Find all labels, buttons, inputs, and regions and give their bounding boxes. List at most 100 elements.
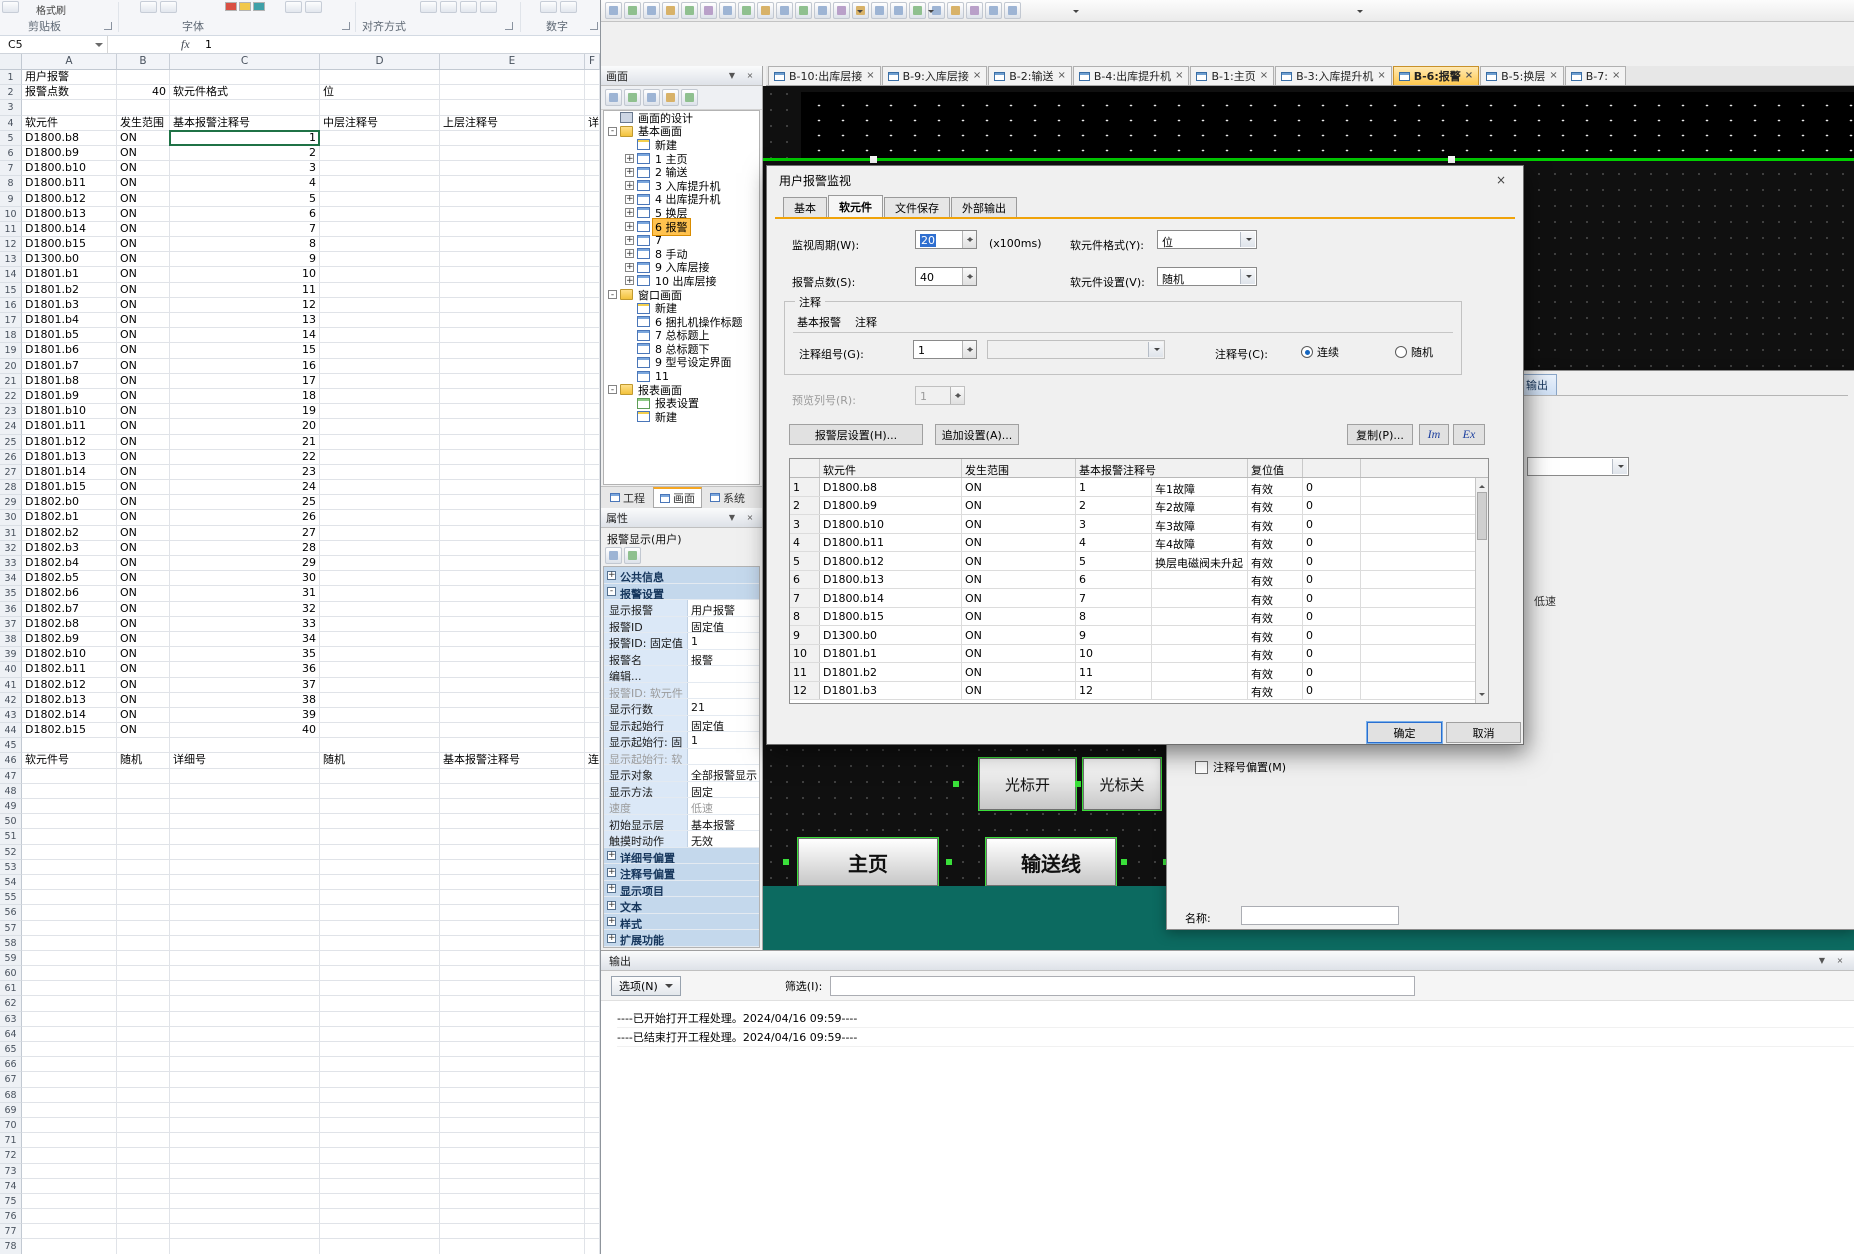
range-cell[interactable]: ON	[962, 571, 1076, 589]
cell[interactable]	[320, 602, 440, 617]
cell[interactable]	[170, 1179, 320, 1194]
row-header[interactable]: 14	[0, 267, 22, 282]
export-button[interactable]: Ex	[1453, 424, 1485, 445]
row-number-cell[interactable]: 5	[790, 552, 820, 570]
category-view-icon[interactable]	[605, 547, 622, 564]
alphabetical-view-icon[interactable]	[624, 547, 641, 564]
cell[interactable]	[117, 1088, 170, 1103]
cell[interactable]	[117, 1224, 170, 1239]
alarm-table-row[interactable]: 12 D1801.b3 ON 12 有效 0	[790, 682, 1488, 701]
alarm-table-row[interactable]: 8 D1800.b15 ON 8 有效 0	[790, 608, 1488, 627]
reset-cell[interactable]: 有效	[1248, 682, 1303, 700]
dialog-tab[interactable]: 外部输出	[951, 197, 1017, 217]
comment-no-cell[interactable]: 9	[1076, 626, 1152, 644]
cell[interactable]	[585, 404, 600, 419]
alarm-table-row[interactable]: 3 D1800.b10 ON 3 车3故障 有效 0	[790, 515, 1488, 534]
cell[interactable]	[170, 1103, 320, 1118]
cell[interactable]	[117, 1072, 170, 1087]
close-tab-icon[interactable]	[1057, 71, 1065, 81]
dialog-title-bar[interactable]: 用户报警监视	[767, 166, 1523, 194]
cell[interactable]	[320, 131, 440, 146]
tree-expander-icon[interactable]	[625, 263, 634, 272]
cell[interactable]	[440, 1072, 585, 1087]
range-cell[interactable]: ON	[962, 645, 1076, 663]
cell[interactable]: D1802.b9	[22, 632, 117, 647]
row-header[interactable]: 23	[0, 404, 22, 419]
alarm-table-row[interactable]: 7 D1800.b14 ON 7 有效 0	[790, 589, 1488, 608]
cell[interactable]: D1800.b13	[22, 207, 117, 222]
cell[interactable]	[585, 207, 600, 222]
name-box-dropdown-icon[interactable]	[95, 43, 103, 51]
row-header[interactable]: 8	[0, 176, 22, 191]
cell[interactable]	[22, 1088, 117, 1103]
document-tab[interactable]: B-9:入库层接	[882, 66, 988, 85]
range-cell[interactable]: ON	[962, 534, 1076, 552]
cell[interactable]	[117, 875, 170, 890]
cell[interactable]	[320, 981, 440, 996]
cell[interactable]: ON	[117, 328, 170, 343]
cell[interactable]	[320, 1209, 440, 1224]
cell[interactable]	[585, 1179, 600, 1194]
row-header[interactable]: 9	[0, 192, 22, 207]
device-setting-combo[interactable]: 随机	[1157, 267, 1257, 286]
property-row[interactable]: 详细号偏置	[604, 848, 759, 865]
row-header[interactable]: 3	[0, 100, 22, 115]
property-row[interactable]: 报警ID: 固定值 1	[604, 633, 759, 650]
property-value[interactable]	[688, 666, 759, 682]
row-number-cell[interactable]: 3	[790, 515, 820, 533]
cell[interactable]	[170, 905, 320, 920]
cell[interactable]	[320, 1103, 440, 1118]
alarm-table-row[interactable]: 6 D1800.b13 ON 6 有效 0	[790, 571, 1488, 590]
property-value[interactable]: 固定	[688, 782, 759, 798]
reset-cell[interactable]: 有效	[1248, 478, 1303, 496]
cell[interactable]: 25	[170, 495, 320, 510]
cell[interactable]	[585, 419, 600, 434]
comment-random-radio[interactable]: 随机	[1395, 344, 1433, 360]
cell[interactable]: ON	[117, 176, 170, 191]
reset-value-cell[interactable]: 0	[1303, 589, 1361, 607]
selection-handle[interactable]	[783, 859, 789, 865]
cell[interactable]: 软元件格式	[170, 85, 320, 100]
row-header[interactable]: 68	[0, 1088, 22, 1103]
device-cell[interactable]: D1801.b1	[820, 645, 962, 663]
reset-value-cell[interactable]: 0	[1303, 497, 1361, 515]
tree-expander-icon[interactable]	[625, 208, 634, 217]
cell[interactable]	[320, 1148, 440, 1163]
property-value[interactable]: 固定值	[688, 617, 759, 633]
border-icon[interactable]	[160, 1, 177, 13]
cell[interactable]	[440, 632, 585, 647]
cell[interactable]: 基本报警注释号	[170, 116, 320, 131]
font-dialog-launcher-icon[interactable]	[342, 22, 350, 30]
cell[interactable]	[440, 981, 585, 996]
fill-color-icon[interactable]	[305, 1, 322, 13]
cell[interactable]	[320, 678, 440, 693]
cell[interactable]	[117, 921, 170, 936]
row-header[interactable]: 39	[0, 647, 22, 662]
cell[interactable]	[22, 769, 117, 784]
cell[interactable]	[320, 1179, 440, 1194]
cell[interactable]	[320, 252, 440, 267]
cell[interactable]	[22, 829, 117, 844]
device-cell[interactable]: D1800.b11	[820, 534, 962, 552]
formula-value[interactable]: 1	[205, 38, 212, 51]
cell[interactable]	[320, 1088, 440, 1103]
cell[interactable]: D1802.b12	[22, 678, 117, 693]
cell[interactable]: D1802.b15	[22, 723, 117, 738]
comment-no-cell[interactable]: 2	[1076, 497, 1152, 515]
row-header[interactable]: 45	[0, 738, 22, 753]
row-header[interactable]: 33	[0, 556, 22, 571]
comment-no-cell[interactable]: 7	[1076, 589, 1152, 607]
row-header[interactable]: 71	[0, 1133, 22, 1148]
cell[interactable]	[22, 784, 117, 799]
property-row[interactable]: 显示行数 21	[604, 699, 759, 716]
comment-cell[interactable]	[1152, 663, 1248, 681]
cell[interactable]: D1801.b7	[22, 359, 117, 374]
cell[interactable]	[170, 890, 320, 905]
row-header[interactable]: 60	[0, 966, 22, 981]
cell[interactable]	[440, 237, 585, 252]
cell[interactable]: 5	[170, 192, 320, 207]
cell[interactable]	[22, 1209, 117, 1224]
cell[interactable]: D1801.b9	[22, 389, 117, 404]
row-header[interactable]: 74	[0, 1179, 22, 1194]
cell[interactable]	[170, 769, 320, 784]
